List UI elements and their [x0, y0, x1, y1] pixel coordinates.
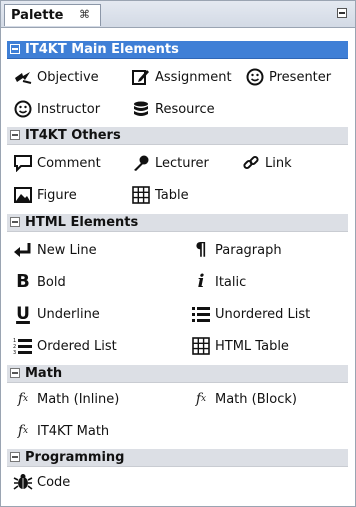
palette-item-table[interactable]: Table	[131, 183, 189, 207]
category-label: IT4KT Others	[25, 128, 121, 143]
collapse-icon[interactable]	[10, 217, 20, 227]
item-label: New Line	[37, 242, 97, 258]
function-icon: fx	[17, 423, 29, 439]
return-arrow-icon	[13, 240, 33, 260]
item-label: Objective	[37, 69, 99, 85]
collapse-icon[interactable]	[10, 130, 20, 140]
collapse-icon[interactable]	[10, 44, 20, 54]
item-label: Italic	[215, 274, 247, 290]
underline-icon: U	[16, 304, 30, 324]
item-label: Instructor	[37, 101, 101, 117]
category-it4kt-others[interactable]: IT4KT Others	[7, 127, 348, 145]
pencil-icon	[131, 67, 151, 87]
category-label: Programming	[25, 450, 125, 465]
svg-text:3: 3	[13, 350, 16, 355]
palette-item-objective[interactable]: Objective	[13, 65, 99, 89]
item-label: Link	[265, 155, 292, 171]
link-icon	[241, 153, 261, 173]
tab-palette[interactable]: Palette ⌘	[4, 4, 101, 26]
item-label: Table	[155, 187, 189, 203]
item-label: Figure	[37, 187, 77, 203]
bug-icon	[13, 472, 33, 492]
minimize-icon[interactable]	[337, 8, 347, 18]
palette-item-assignment[interactable]: Assignment	[131, 65, 232, 89]
smiley-icon	[245, 67, 265, 87]
item-label: HTML Table	[215, 338, 289, 354]
item-label: Resource	[155, 101, 215, 117]
palette-item-math-inline[interactable]: fx Math (Inline)	[13, 387, 119, 411]
palette-item-ordered-list[interactable]: 123 Ordered List	[13, 334, 117, 358]
collapse-icon[interactable]	[10, 368, 20, 378]
bold-icon: B	[16, 271, 30, 292]
palette-item-bold[interactable]: B Bold	[13, 270, 66, 294]
table-icon	[191, 336, 211, 356]
palette-item-resource[interactable]: Resource	[131, 97, 215, 121]
palette-item-it4kt-math[interactable]: fx IT4KT Math	[13, 419, 109, 443]
image-icon	[13, 185, 33, 205]
ordered-list-icon: 123	[13, 336, 33, 356]
palette-item-unordered-list[interactable]: Unordered List	[191, 302, 310, 326]
item-label: Presenter	[269, 69, 332, 85]
microphone-icon	[131, 153, 151, 173]
category-label: HTML Elements	[25, 215, 139, 230]
item-label: Ordered List	[37, 338, 117, 354]
palette-item-paragraph[interactable]: ¶ Paragraph	[191, 238, 282, 262]
palette-item-code[interactable]: Code	[13, 470, 70, 494]
paragraph-icon: ¶	[195, 239, 207, 260]
category-html-elements[interactable]: HTML Elements	[7, 214, 348, 232]
function-icon: fx	[195, 391, 207, 407]
palette-item-italic[interactable]: i Italic	[191, 270, 247, 294]
table-icon	[131, 185, 151, 205]
function-icon: fx	[17, 391, 29, 407]
category-label: Math	[25, 366, 63, 381]
palette-item-underline[interactable]: U Underline	[13, 302, 100, 326]
unordered-list-icon	[191, 304, 211, 324]
category-it4kt-main-elements[interactable]: IT4KT Main Elements	[7, 41, 348, 59]
palette-item-comment[interactable]: Comment	[13, 151, 101, 175]
item-label: Underline	[37, 306, 100, 322]
item-label: Lecturer	[155, 155, 209, 171]
item-label: Bold	[37, 274, 66, 290]
palette-item-figure[interactable]: Figure	[13, 183, 77, 207]
category-programming[interactable]: Programming	[7, 449, 348, 467]
italic-icon: i	[197, 271, 205, 292]
category-label: IT4KT Main Elements	[25, 42, 179, 57]
collapse-icon[interactable]	[10, 452, 20, 462]
item-label: Assignment	[155, 69, 232, 85]
item-label: Math (Inline)	[37, 391, 120, 407]
comment-icon	[13, 153, 33, 173]
palette-tabbar: Palette ⌘	[1, 1, 355, 28]
palette-item-link[interactable]: Link	[241, 151, 292, 175]
item-label: Code	[37, 474, 71, 490]
tab-label: Palette	[11, 8, 64, 23]
palette-item-new-line[interactable]: New Line	[13, 238, 97, 262]
palette-item-presenter[interactable]: Presenter	[245, 65, 331, 89]
tab-close-icon[interactable]: ⌘	[79, 8, 90, 21]
palette-item-lecturer[interactable]: Lecturer	[131, 151, 209, 175]
objective-icon	[13, 67, 33, 87]
item-label: Unordered List	[215, 306, 311, 322]
item-label: Comment	[37, 155, 101, 171]
palette-item-math-block[interactable]: fx Math (Block)	[191, 387, 297, 411]
item-label: Paragraph	[215, 242, 282, 258]
item-label: IT4KT Math	[37, 423, 110, 439]
palette-panel: Palette ⌘ IT4KT Main Elements Objective …	[0, 0, 356, 507]
smiley-icon	[13, 99, 33, 119]
item-label: Math (Block)	[215, 391, 297, 407]
database-icon	[131, 99, 151, 119]
palette-item-html-table[interactable]: HTML Table	[191, 334, 289, 358]
palette-item-instructor[interactable]: Instructor	[13, 97, 100, 121]
category-math[interactable]: Math	[7, 365, 348, 383]
